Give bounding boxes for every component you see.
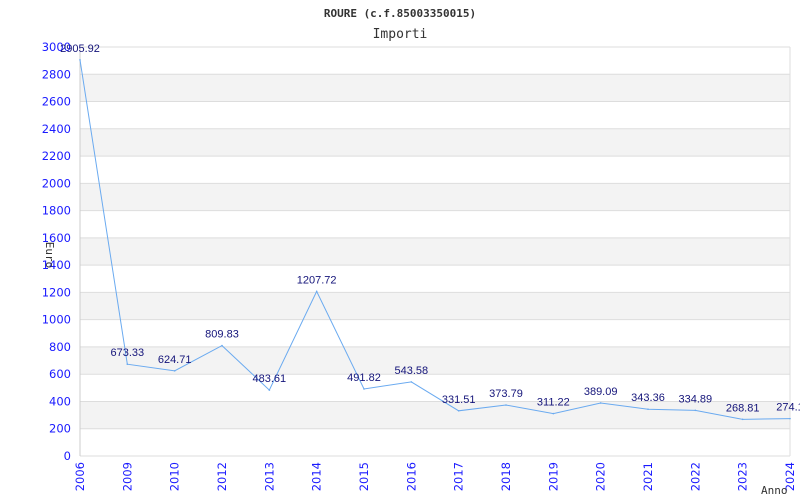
y-tick-label: 2000 (42, 176, 71, 190)
data-point (79, 59, 81, 61)
data-label: 334.89 (679, 393, 713, 405)
data-point (457, 410, 460, 412)
y-tick-label: 600 (49, 367, 71, 381)
grid-band (80, 237, 790, 266)
data-point (694, 409, 697, 412)
x-tick-label: 2022 (688, 462, 702, 491)
x-tick-label: 2018 (499, 462, 513, 491)
data-point (552, 412, 555, 415)
data-label: 373.79 (489, 388, 523, 400)
y-tick-label: 0 (64, 449, 71, 463)
x-tick-label: 2009 (120, 462, 134, 491)
data-label: 491.82 (347, 372, 381, 384)
x-axis-label: Anno (761, 484, 788, 497)
data-point (363, 388, 365, 390)
data-point (410, 381, 413, 383)
data-point (315, 290, 318, 293)
y-tick-label: 2200 (42, 149, 71, 163)
grid-band (80, 74, 790, 102)
y-tick-label: 800 (49, 340, 71, 354)
grid-band (80, 128, 790, 157)
x-tick-label: 2013 (262, 462, 276, 491)
chart-subtitle: Importi (373, 27, 428, 42)
x-tick-label: 2020 (594, 462, 608, 491)
grid-band (80, 401, 790, 429)
x-tick-label: 2006 (73, 462, 87, 491)
data-point (789, 417, 791, 420)
y-tick-label: 1200 (42, 285, 71, 299)
data-point (647, 408, 649, 410)
x-tick-label: 2015 (357, 462, 371, 491)
x-tick-label: 2016 (404, 462, 418, 491)
x-tick-label: 2023 (736, 462, 750, 491)
x-tick-label: 2019 (546, 462, 560, 491)
data-label: 1207.72 (297, 274, 337, 286)
x-tick-label: 2010 (168, 462, 182, 491)
data-label: 331.51 (442, 394, 476, 406)
grid-band (80, 183, 790, 211)
data-point (599, 402, 602, 404)
y-axis-label: Euro (43, 242, 56, 269)
data-label: 673.33 (111, 347, 145, 359)
chart-container: ROURE (c.f.85003350015) Importi 0 200 400 6… (0, 0, 800, 500)
data-label: 483.61 (253, 373, 287, 385)
x-tick-label: 2014 (310, 462, 324, 491)
y-tick-label: 200 (49, 422, 71, 436)
y-tick-label: 1000 (42, 313, 71, 327)
y-tick-label: 2400 (42, 122, 71, 136)
data-label: 809.83 (205, 329, 239, 341)
data-point (221, 344, 223, 347)
x-tick-label: 2017 (452, 462, 466, 491)
data-label: 389.09 (584, 386, 618, 398)
data-label: 624.71 (158, 354, 192, 366)
y-tick-label: 400 (49, 394, 71, 408)
data-label: 311.22 (537, 397, 570, 409)
data-label: 274.1 (776, 402, 800, 414)
data-label: 343.36 (631, 392, 665, 404)
data-label: 268.81 (726, 402, 760, 414)
x-tick-label: 2012 (215, 462, 229, 491)
data-point (126, 363, 129, 366)
grid-band (80, 292, 790, 320)
data-point (741, 418, 744, 421)
chart-title: ROURE (c.f.85003350015) (324, 7, 476, 20)
y-tick-label: 2800 (42, 67, 71, 81)
data-label: 2905.92 (60, 43, 100, 55)
x-tick-label: 2021 (641, 462, 655, 491)
y-tick-label: 2600 (42, 95, 71, 109)
line-chart: ROURE (c.f.85003350015) Importi 0 200 400 6… (42, 7, 800, 497)
y-tick-label: 1800 (42, 204, 71, 218)
data-label: 543.58 (395, 365, 429, 377)
data-point (505, 404, 507, 406)
data-point (173, 370, 176, 372)
data-point (268, 389, 271, 391)
